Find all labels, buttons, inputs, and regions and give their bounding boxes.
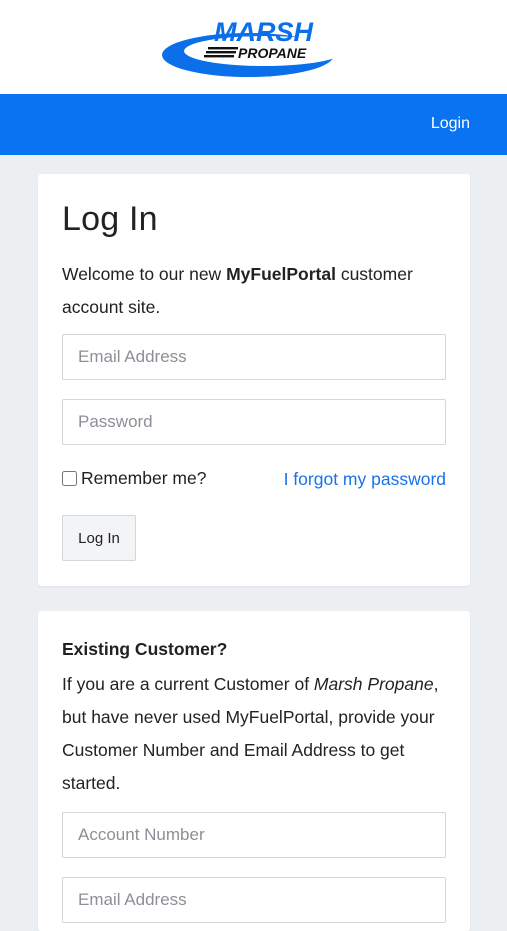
email-field[interactable] (62, 334, 446, 380)
existing-email-field[interactable] (62, 877, 446, 923)
svg-text:MARSH: MARSH (214, 17, 313, 47)
top-navbar: Login (0, 94, 507, 155)
password-field[interactable] (62, 399, 446, 445)
company-name: Marsh Propane (313, 674, 434, 694)
welcome-text: Welcome to our new MyFuelPortal customer… (62, 258, 452, 324)
account-number-field[interactable] (62, 812, 446, 858)
remember-me-checkbox[interactable] (62, 471, 77, 486)
existing-customer-card: Existing Customer? If you are a current … (38, 611, 470, 931)
page-title: Log In (62, 200, 158, 238)
welcome-text-start: Welcome to our new (62, 264, 227, 284)
header-bar: MARSH PROPANE (0, 0, 507, 94)
portal-name: MyFuelPortal (226, 264, 336, 284)
nav-login-link[interactable]: Login (431, 115, 470, 133)
remember-me-label: Remember me? (81, 468, 207, 488)
existing-text-start: If you are a current Customer of (62, 674, 314, 694)
existing-customer-text: If you are a current Customer of Marsh P… (62, 668, 452, 800)
forgot-password-link[interactable]: I forgot my password (284, 469, 446, 490)
svg-text:PROPANE: PROPANE (238, 45, 307, 61)
marsh-propane-logo[interactable]: MARSH PROPANE (160, 14, 350, 80)
login-card: Log In Welcome to our new MyFuelPortal c… (38, 174, 470, 586)
login-button[interactable]: Log In (62, 515, 136, 561)
existing-customer-title: Existing Customer? (62, 639, 228, 659)
remember-me[interactable]: Remember me? (62, 468, 206, 489)
